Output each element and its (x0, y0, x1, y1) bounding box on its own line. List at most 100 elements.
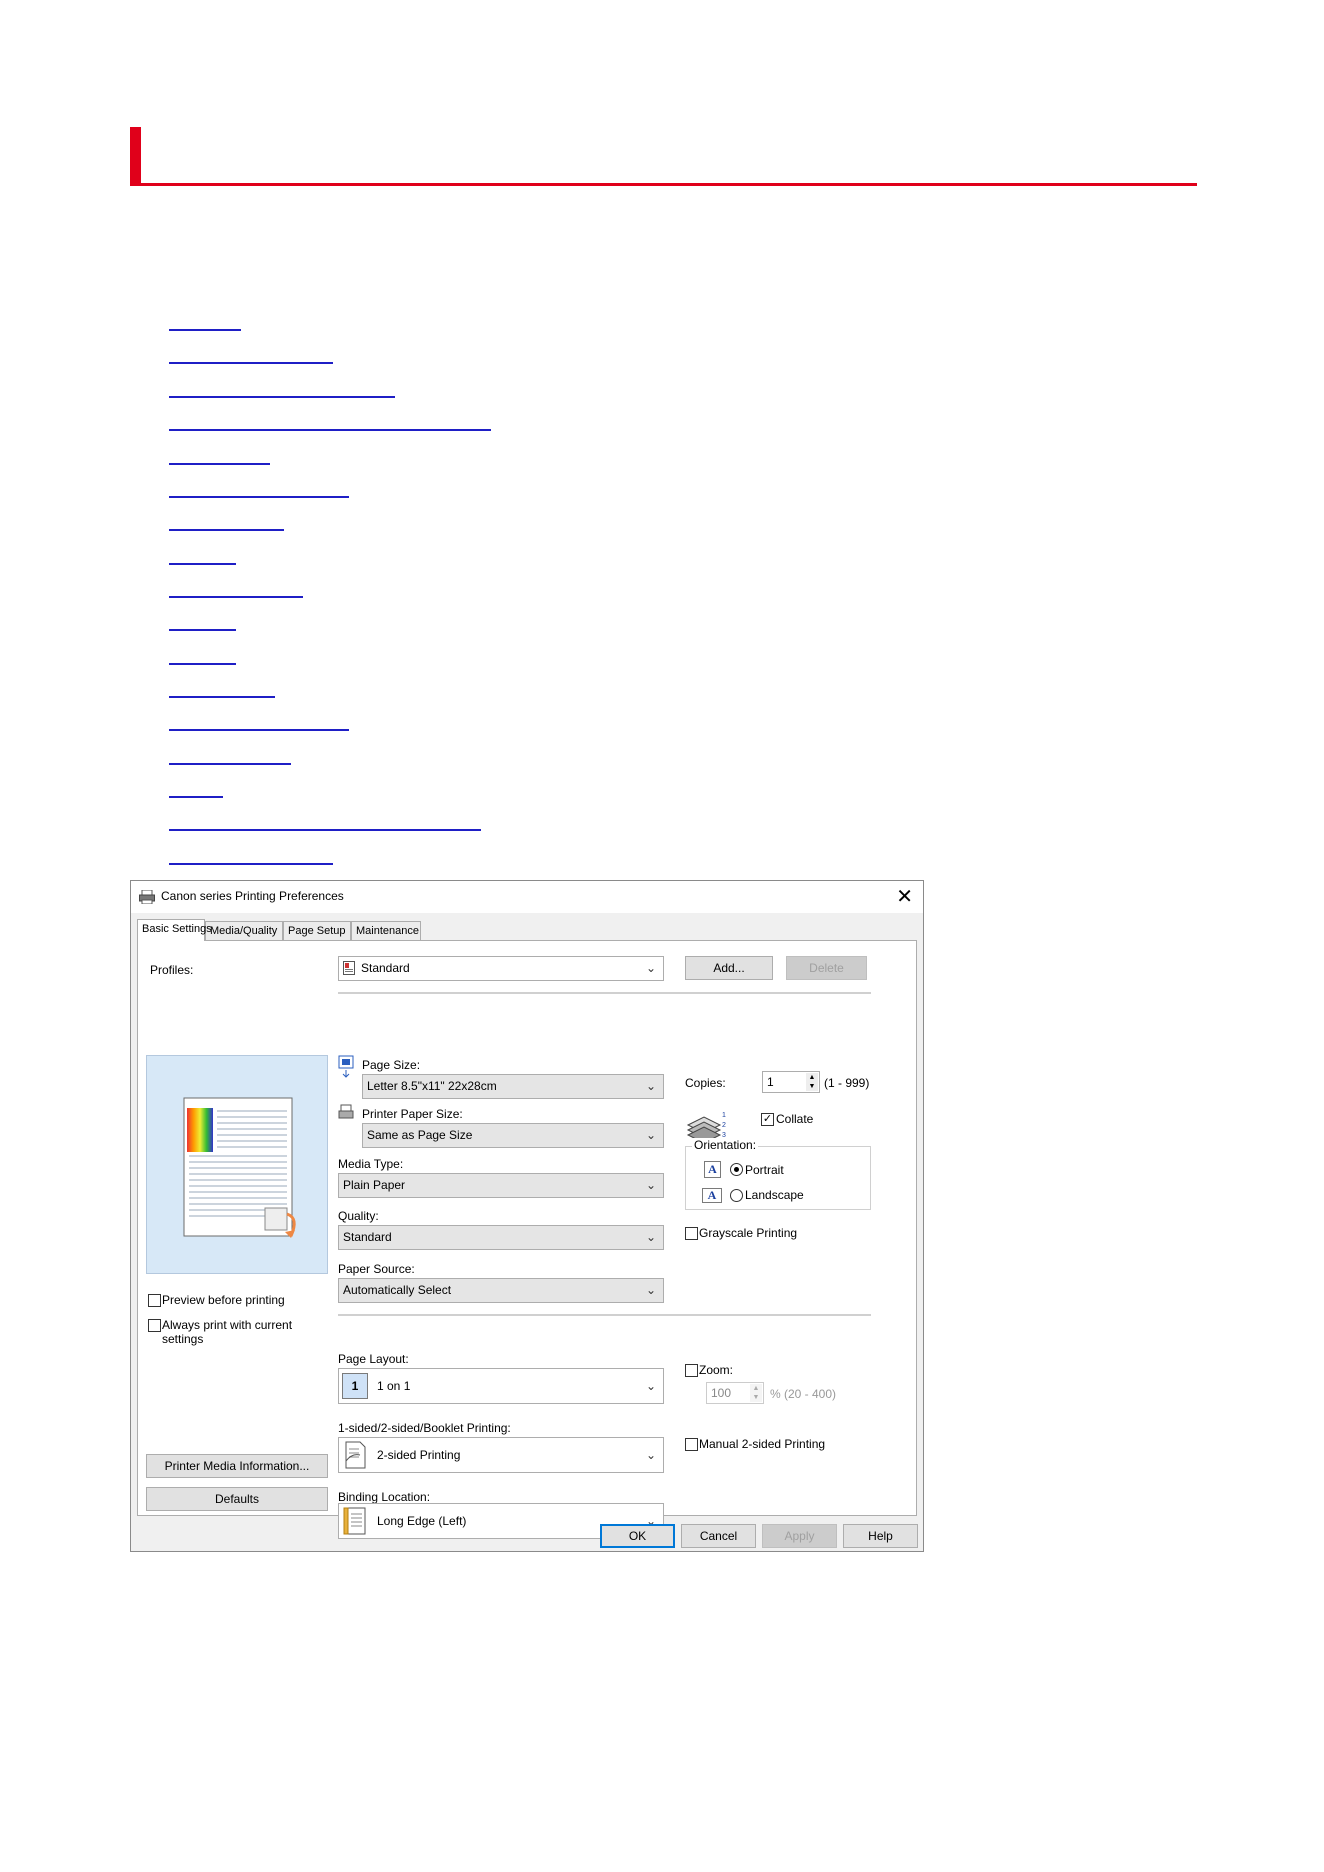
manual-2sided-label: Manual 2-sided Printing (699, 1437, 826, 1451)
quality-select[interactable]: Standard ⌄ (338, 1225, 664, 1250)
chevron-down-icon: ⌄ (645, 1230, 656, 1244)
chevron-down-icon: ⌄ (645, 1079, 656, 1093)
sided-printing-value: 2-sided Printing (377, 1448, 461, 1462)
tab-basic-settings[interactable]: Basic Settings (137, 919, 212, 941)
chevron-down-icon: ⌄ (645, 961, 656, 975)
delete-profile-button[interactable]: Delete (786, 956, 867, 980)
page-layout-select[interactable]: 1 1 on 1 ⌄ (338, 1368, 664, 1404)
spin-arrows-icon[interactable]: ▲ ▼ (806, 1073, 818, 1091)
landscape-radio[interactable] (730, 1189, 743, 1202)
chevron-down-icon: ⌄ (645, 1379, 656, 1393)
dialog-title: Canon series Printing Preferences (161, 889, 344, 903)
svg-text:1: 1 (722, 1112, 726, 1119)
link-10[interactable] (169, 623, 236, 631)
page-size-select[interactable]: Letter 8.5"x11" 22x28cm ⌄ (362, 1074, 664, 1099)
copies-label: Copies: (685, 1076, 726, 1090)
printer-media-information-button[interactable]: Printer Media Information... (146, 1454, 328, 1478)
chevron-down-icon: ⌄ (645, 1178, 656, 1192)
ok-button[interactable]: OK (600, 1524, 675, 1548)
paper-source-value: Automatically Select (343, 1283, 452, 1297)
portrait-radio[interactable] (730, 1163, 743, 1176)
tab-media-quality[interactable]: Media/Quality (205, 921, 283, 940)
link-6[interactable] (169, 490, 349, 498)
basic-settings-panel: Profiles: Standard ⌄ Add... Delete Previ… (137, 940, 917, 1539)
always-print-label-cont: settings (162, 1332, 204, 1346)
paper-source-select[interactable]: Automatically Select ⌄ (338, 1278, 664, 1303)
tab-maintenance[interactable]: Maintenance (351, 921, 421, 940)
media-type-select[interactable]: Plain Paper ⌄ (338, 1173, 664, 1198)
media-type-label: Media Type: (338, 1157, 404, 1171)
page-size-icon (338, 1055, 354, 1078)
heading-accent-bar (130, 127, 141, 186)
always-print-label: Always print with current (162, 1318, 293, 1332)
collate-icon: 1 2 3 (686, 1112, 726, 1141)
page-size-label: Page Size: (362, 1058, 421, 1072)
spin-arrows-icon[interactable]: ▲ ▼ (750, 1384, 762, 1402)
printer-paper-size-label: Printer Paper Size: (362, 1107, 463, 1121)
link-5[interactable] (169, 457, 270, 465)
preview-before-printing-label: Preview before printing (162, 1293, 285, 1307)
chevron-down-icon: ⌄ (645, 1128, 656, 1142)
manual-2sided-checkbox[interactable] (685, 1438, 698, 1451)
profiles-label: Profiles: (150, 963, 194, 977)
add-profile-button[interactable]: Add... (685, 956, 773, 980)
zoom-range: % (20 - 400) (770, 1387, 837, 1401)
tab-page-setup[interactable]: Page Setup (283, 921, 351, 940)
profiles-value: Standard (361, 961, 410, 975)
close-icon[interactable]: ✕ (896, 884, 913, 909)
quality-value: Standard (343, 1230, 392, 1244)
link-14[interactable] (169, 757, 291, 765)
grayscale-checkbox[interactable] (685, 1227, 698, 1240)
profiles-select[interactable]: Standard ⌄ (338, 956, 664, 981)
link-11[interactable] (169, 657, 236, 665)
landscape-icon: A (702, 1188, 722, 1203)
orientation-label: Orientation: (692, 1138, 759, 1152)
grayscale-label: Grayscale Printing (699, 1226, 798, 1240)
page-layout-value: 1 on 1 (377, 1379, 411, 1393)
sided-printing-select[interactable]: 2-sided Printing ⌄ (338, 1437, 664, 1473)
cancel-button[interactable]: Cancel (681, 1524, 756, 1548)
title-bar: Canon series Printing Preferences ✕ (131, 881, 923, 913)
portrait-icon: A (704, 1161, 721, 1178)
link-13[interactable] (169, 723, 349, 731)
copies-input[interactable]: 1 ▲ ▼ (762, 1071, 820, 1093)
preview-page-illustration (183, 1097, 296, 1238)
copies-range: (1 - 999) (824, 1076, 870, 1090)
page-size-value: Letter 8.5"x11" 22x28cm (367, 1079, 497, 1093)
printing-preferences-dialog: Canon series Printing Preferences ✕ Basi… (130, 880, 924, 1552)
separator-top (338, 992, 871, 994)
link-2[interactable] (169, 356, 333, 364)
paper-source-label: Paper Source: (338, 1262, 415, 1276)
two-sided-icon (345, 1441, 366, 1469)
portrait-label: Portrait (745, 1163, 784, 1177)
profile-icon (343, 961, 355, 975)
chevron-down-icon: ⌄ (645, 1283, 656, 1297)
collate-label: Collate (776, 1112, 814, 1126)
help-button[interactable]: Help (843, 1524, 918, 1548)
landscape-label: Landscape (745, 1188, 804, 1202)
link-1[interactable] (169, 323, 241, 331)
binding-location-value: Long Edge (Left) (377, 1514, 467, 1528)
link-17[interactable] (169, 857, 333, 865)
always-print-checkbox[interactable] (148, 1319, 161, 1332)
link-9[interactable] (169, 590, 303, 598)
collate-checkbox[interactable]: ✓ (761, 1113, 774, 1126)
printer-paper-size-icon (338, 1104, 354, 1119)
link-16[interactable] (169, 823, 481, 831)
apply-button[interactable]: Apply (762, 1524, 837, 1548)
page-layout-label: Page Layout: (338, 1352, 409, 1366)
link-12[interactable] (169, 690, 275, 698)
preview-before-printing-checkbox[interactable] (148, 1294, 161, 1307)
link-4[interactable] (169, 423, 491, 431)
defaults-button[interactable]: Defaults (146, 1487, 328, 1511)
link-3[interactable] (169, 390, 395, 398)
link-8[interactable] (169, 557, 236, 565)
separator-middle (338, 1314, 871, 1316)
link-7[interactable] (169, 523, 284, 531)
zoom-checkbox[interactable] (685, 1364, 698, 1377)
link-15[interactable] (169, 790, 223, 798)
printer-paper-size-select[interactable]: Same as Page Size ⌄ (362, 1123, 664, 1148)
zoom-input[interactable]: 100 ▲ ▼ (706, 1382, 764, 1404)
zoom-value: 100 (711, 1386, 732, 1400)
quality-label: Quality: (338, 1209, 379, 1223)
